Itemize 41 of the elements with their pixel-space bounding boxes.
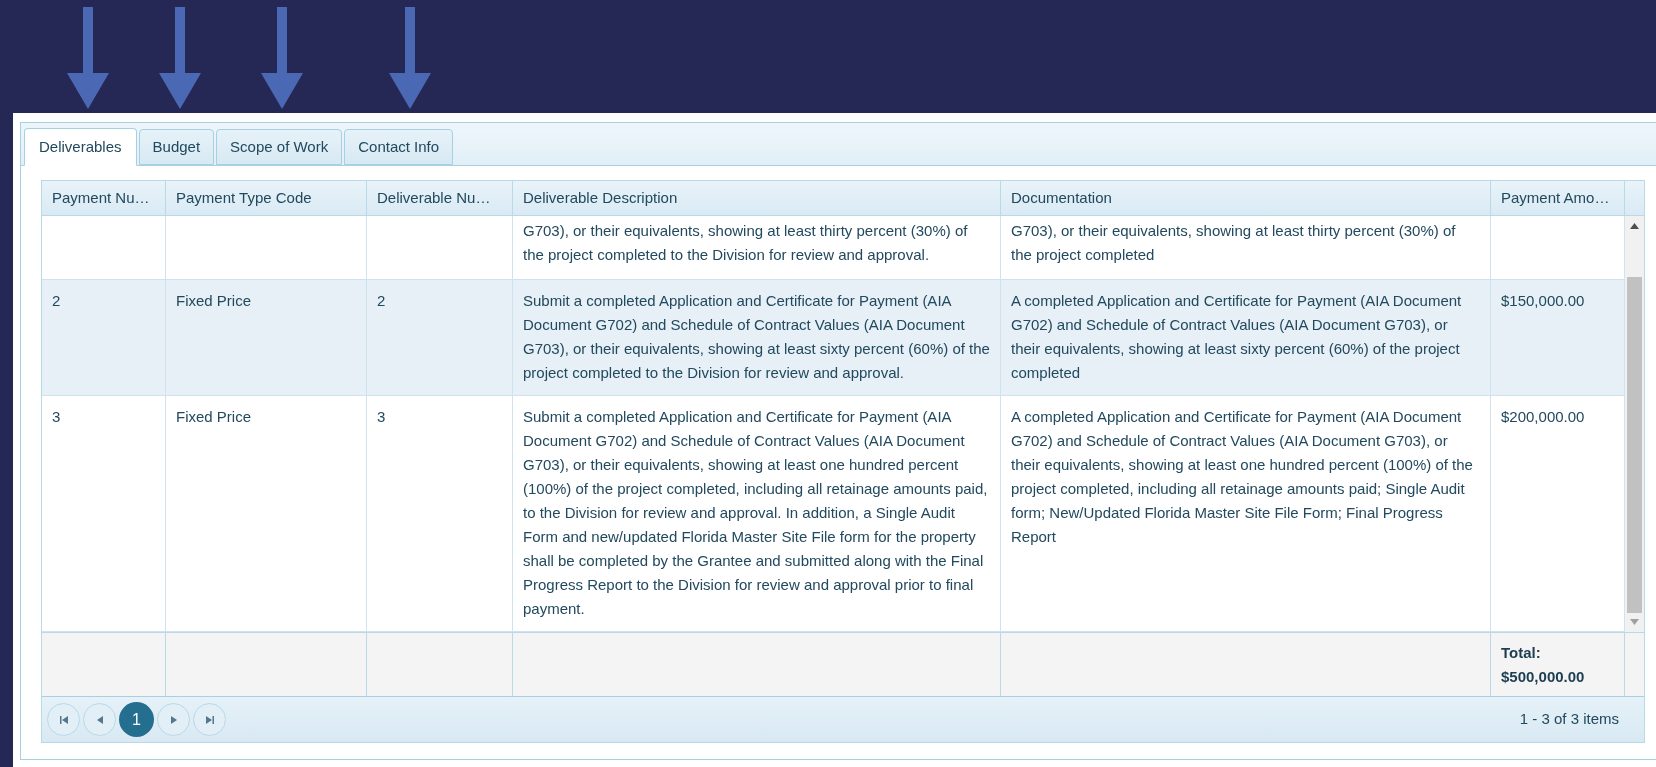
- tab[interactable]: Scope of Work: [216, 129, 343, 165]
- down-arrow-icon: [159, 7, 201, 109]
- table-cell: A completed Application and Certificate for Payment (AIA Document G702) and Schedule of Contract Values (AIA Document G703), or their equivalents, showing at least sixty percent (60%) of the project completed: [1011, 292, 1462, 381]
- table-cell: Submit a completed Application and Certificate for Payment (AIA Document G702) and Schedule of Contract Values (AIA Document G703), or their equivalents, showing at least one hundred percent (100%) of the project completed, including all retainage amounts paid, to the Division for review and approval. In addition, a Single Audit Form and new/updated Florida Master Site File form for the property shall be completed by the Grantee and submitted along with the Final Progress Report to the Division for review and approval prior to final payment.: [523, 408, 988, 617]
- down-arrow-icon: [389, 7, 431, 109]
- next-page-button[interactable]: [157, 703, 190, 736]
- column-header[interactable]: Payment Nu…: [42, 181, 166, 215]
- table-cell: G703), or their equivalents, showing at least thirty percent (30%) of the project completed to the Division for review and approval.: [523, 222, 968, 263]
- table-cell: Fixed Price: [176, 408, 252, 425]
- down-arrow-icon: [261, 7, 303, 109]
- column-header[interactable]: Deliverable Description: [513, 181, 1001, 215]
- tab[interactable]: Budget: [138, 129, 215, 165]
- table-cell: Submit a completed Application and Certificate for Payment (AIA Document G702) and Schedule of Contract Values (AIA Document G703), or their equivalents, showing at least sixty percent (60%) of the project completed to the Division for review and approval.: [523, 292, 990, 381]
- table-cell: 2: [52, 292, 61, 309]
- table-cell: 3: [377, 408, 386, 425]
- table-cell: 2: [377, 292, 386, 309]
- down-arrow-icon: [67, 7, 109, 109]
- table-cell: $200,000.00: [1501, 408, 1585, 425]
- last-page-button[interactable]: [193, 703, 226, 736]
- tab[interactable]: Deliverables: [24, 128, 137, 166]
- previous-page-button[interactable]: [83, 703, 116, 736]
- column-header[interactable]: Payment Amo…: [1491, 181, 1625, 215]
- pager-info: 1 - 3 of 3 items: [1519, 709, 1619, 730]
- column-header[interactable]: Payment Type Code: [166, 181, 367, 215]
- first-page-button[interactable]: [47, 703, 80, 736]
- tab[interactable]: Contact Info: [344, 129, 454, 165]
- column-header[interactable]: Documentation: [1001, 181, 1491, 215]
- scroll-up-icon: [1630, 223, 1639, 229]
- next-page-icon: [168, 714, 179, 725]
- table-cell: 3: [52, 408, 61, 425]
- total-label: Total:: [1501, 643, 1542, 663]
- first-page-icon: [58, 714, 69, 725]
- total-value: $500,000.00: [1501, 667, 1586, 687]
- table-cell: G703), or their equivalents, showing at least thirty percent (30%) of the project completed: [1011, 222, 1456, 263]
- scroll-down-icon: [1630, 619, 1639, 625]
- table-cell: $150,000.00: [1501, 292, 1585, 309]
- last-page-icon: [204, 714, 215, 725]
- table-cell: Fixed Price: [176, 292, 252, 309]
- page-button[interactable]: 1: [119, 702, 154, 737]
- table-cell: A completed Application and Certificate for Payment (AIA Document G702) and Schedule of Contract Values (AIA Document G703), or their equivalents, showing at least one hundred percent (100%) of the project completed, including all retainage amounts paid; Single Audit form; New/Updated Florida Master Site File Form; Final Progress Report: [1011, 408, 1473, 545]
- column-header[interactable]: Deliverable Nu…: [367, 181, 513, 215]
